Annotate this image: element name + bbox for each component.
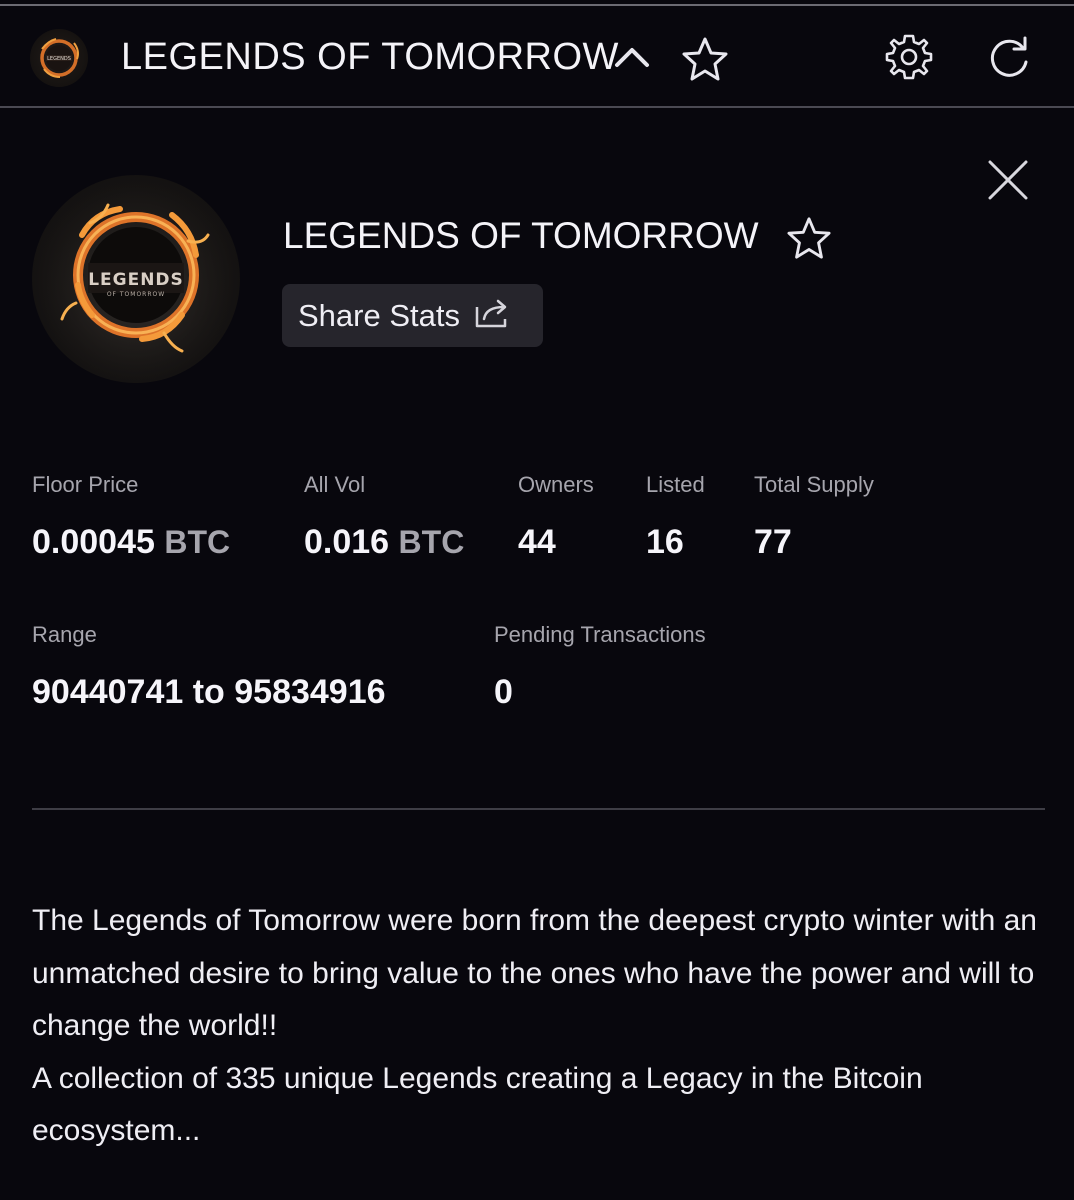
listed-label: Listed	[646, 472, 705, 497]
pending-label: Pending Transactions	[494, 622, 706, 647]
share-stats-button[interactable]: Share Stats	[282, 284, 543, 347]
stat-owners: Owners 44	[518, 472, 594, 562]
floor-price-amount: 0.00045	[32, 523, 155, 561]
share-icon	[474, 297, 510, 334]
header-bar: LEGENDS LEGENDS OF TOMORROW	[0, 6, 1074, 108]
close-icon[interactable]	[984, 156, 1032, 204]
collection-avatar-small[interactable]: LEGENDS	[30, 29, 88, 87]
stat-floor-price: Floor Price 0.00045 BTC	[32, 472, 230, 562]
stat-range: Range 90440741 to 95834916	[32, 622, 386, 712]
favorite-star-icon[interactable]	[786, 216, 832, 265]
collection-title: LEGENDS OF TOMORROW	[283, 215, 759, 256]
description-paragraph-2: A collection of 335 unique Legends creat…	[32, 1061, 923, 1148]
floor-price-unit: BTC	[164, 524, 231, 560]
collection-description: The Legends of Tomorrow were born from t…	[32, 895, 1042, 1158]
total-supply-label: Total Supply	[754, 472, 874, 497]
header-title: LEGENDS OF TOMORROW	[121, 36, 619, 78]
collection-logo: LEGENDS OF TOMORROW	[32, 175, 240, 383]
owners-label: Owners	[518, 472, 594, 497]
stat-total-supply: Total Supply 77	[754, 472, 874, 562]
stat-pending-transactions: Pending Transactions 0	[494, 622, 706, 712]
section-divider	[32, 808, 1045, 810]
star-icon[interactable]	[681, 36, 729, 82]
all-vol-value: 0.016 BTC	[304, 522, 464, 562]
share-stats-label: Share Stats	[298, 297, 460, 333]
all-vol-unit: BTC	[398, 524, 465, 560]
pending-value: 0	[494, 673, 513, 711]
total-supply-value: 77	[754, 523, 792, 561]
all-vol-amount: 0.016	[304, 523, 390, 561]
chevron-up-icon[interactable]	[612, 42, 652, 72]
refresh-icon[interactable]	[985, 34, 1033, 82]
gear-icon[interactable]	[884, 32, 934, 82]
description-paragraph-1: The Legends of Tomorrow were born from t…	[32, 904, 1037, 1042]
all-vol-label: All Vol	[304, 472, 366, 497]
range-label: Range	[32, 622, 97, 647]
floor-price-value: 0.00045 BTC	[32, 522, 230, 562]
floor-price-label: Floor Price	[32, 472, 139, 497]
logo-wordmark: LEGENDS	[88, 270, 184, 290]
listed-value: 16	[646, 523, 684, 561]
stat-listed: Listed 16	[646, 472, 705, 562]
svg-text:LEGENDS: LEGENDS	[47, 56, 71, 62]
logo-subtext: OF TOMORROW	[107, 291, 165, 298]
owners-value: 44	[518, 523, 556, 561]
stat-all-vol: All Vol 0.016 BTC	[304, 472, 464, 562]
range-value: 90440741 to 95834916	[32, 673, 386, 711]
